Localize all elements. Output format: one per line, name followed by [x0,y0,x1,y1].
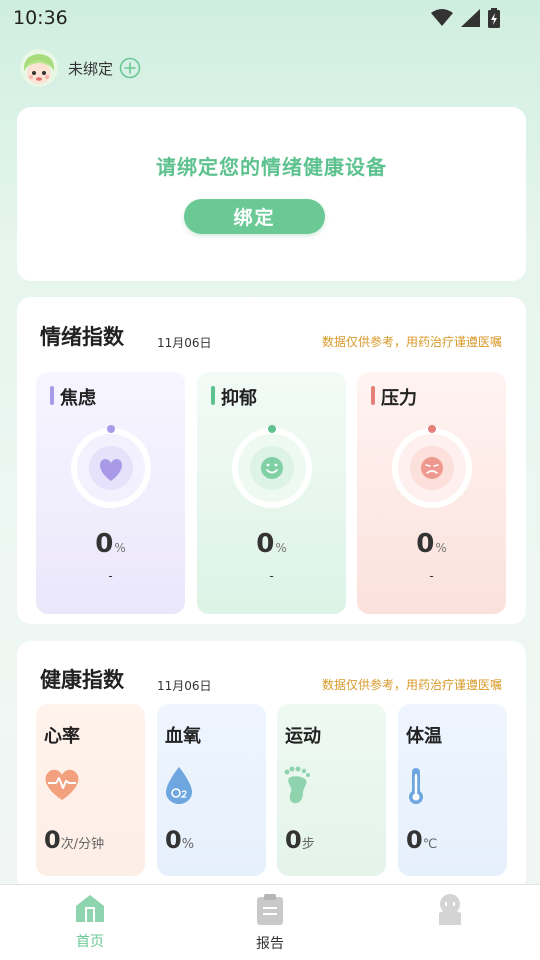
emotion-disclaimer: 数据仅供参考，用药治疗谨遵医嘱 [321,335,502,349]
anxiety-tile[interactable]: 焦虑 0% - [36,372,185,614]
health-section-date: 11月06日 [157,679,212,693]
heart-rate-tile[interactable]: 心率 0次/分钟 [36,704,145,876]
status-time: 10:36 [13,7,68,29]
thermometer-icon [409,768,423,804]
health-disclaimer: 数据仅供参考，用药治疗谨遵医嘱 [321,678,502,692]
depression-label: 抑郁 [221,388,257,409]
avatar[interactable] [20,49,58,87]
wifi-icon [431,9,453,26]
bind-button[interactable]: 绑定 [184,199,325,234]
battery-icon [488,8,500,28]
heart-rate-label: 心率 [44,726,80,747]
bottom-tab-bar: 首页 报告 [0,884,540,960]
tab-profile[interactable] [410,893,490,933]
exercise-value: 0步 [285,826,315,854]
anxiety-value: 0% [95,529,126,559]
anxiety-sub: - [108,569,113,583]
depression-tile[interactable]: 抑郁 0% - [197,372,346,614]
exercise-tile[interactable]: 运动 0步 [277,704,386,876]
heart-rate-value: 0次/分钟 [44,826,105,854]
depression-ring [232,425,312,508]
body-temperature-tile[interactable]: 体温 0℃ [398,704,507,876]
tab-report-label: 报告 [256,936,284,952]
tab-report[interactable]: 报告 [230,893,310,953]
stress-ring [392,425,472,508]
blood-oxygen-label: 血氧 [165,726,201,747]
anxiety-label: 焦虑 [60,388,96,409]
depression-accent-bar [211,386,215,405]
body-temperature-value: 0℃ [406,826,438,854]
profile-icon [439,894,461,925]
depression-sub: - [269,569,274,583]
heart-rate-icon [45,769,79,800]
blood-oxygen-value: 0% [165,826,195,854]
body-temperature-label: 体温 [406,726,442,747]
stress-tile[interactable]: 压力 0% - [357,372,506,614]
home-icon [76,895,104,922]
smile-face-icon [261,457,283,479]
bind-prompt: 请绑定您的情绪健康设备 [156,155,387,179]
stress-label: 压力 [381,388,417,409]
status-bar: 10:36 [0,0,540,38]
status-icons [431,8,500,28]
header: 未绑定 [20,49,141,87]
blood-oxygen-icon [166,767,192,804]
tab-home-label: 首页 [76,934,104,950]
cellular-signal-icon [461,9,480,27]
bind-status-text: 未绑定 [68,59,114,78]
emotion-index-card: 情绪指数 11月06日 数据仅供参考，用药治疗谨遵医嘱 焦虑 0% - 抑郁 0… [17,297,526,624]
stress-sub: - [429,569,434,583]
anxiety-ring [71,425,151,508]
add-device-icon[interactable] [119,57,141,79]
emotion-section-date: 11月06日 [157,336,212,350]
footprint-icon [284,766,310,804]
stress-accent-bar [371,386,375,405]
sad-face-icon [421,457,443,479]
blood-oxygen-tile[interactable]: 血氧 0% [157,704,266,876]
health-index-card: 健康指数 11月06日 数据仅供参考，用药治疗谨遵医嘱 心率 0次/分钟 血氧 … [17,641,526,891]
stress-value: 0% [416,529,447,559]
clipboard-icon [257,894,283,925]
exercise-label: 运动 [285,726,321,747]
health-section-title: 健康指数 [40,668,124,692]
emotion-section-title: 情绪指数 [40,325,124,349]
bind-device-card: 请绑定您的情绪健康设备 [17,107,526,281]
tab-home[interactable]: 首页 [50,893,130,951]
anxiety-accent-bar [50,386,54,405]
depression-value: 0% [256,529,287,559]
